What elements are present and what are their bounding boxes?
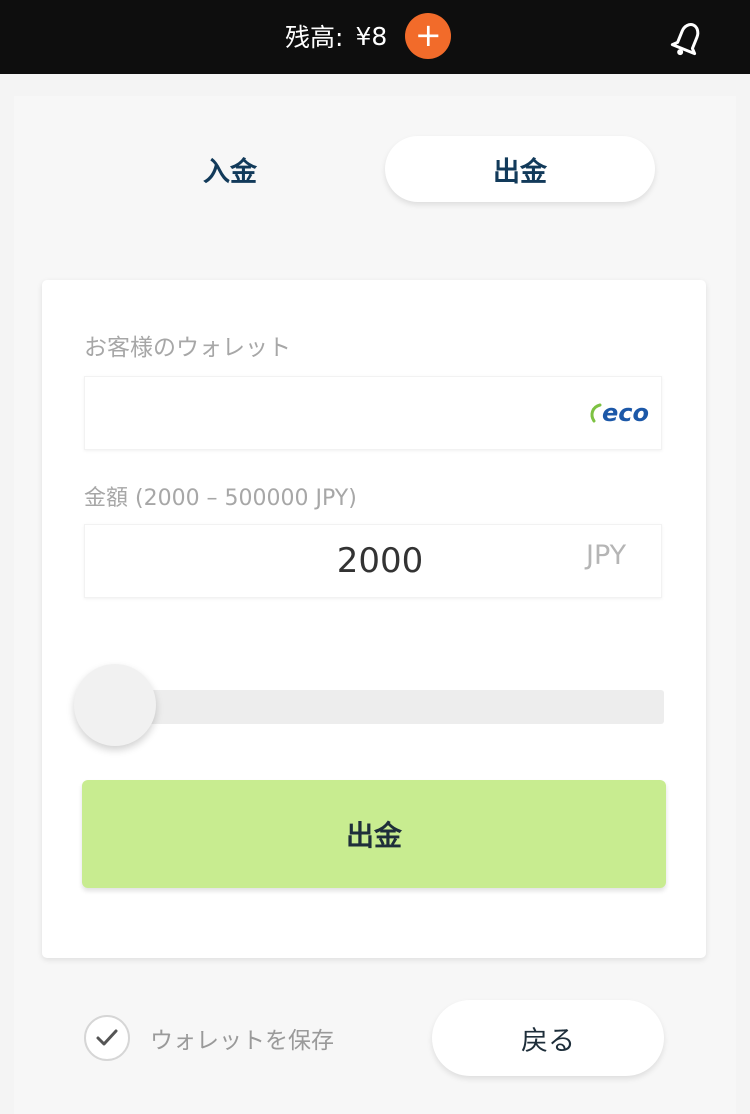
back-button[interactable]: 戻る <box>432 1000 664 1076</box>
notifications-button[interactable] <box>666 16 710 60</box>
currency-label: JPY <box>586 540 627 571</box>
balance-label: 残高: <box>285 23 344 52</box>
tab-deposit[interactable]: 入金 <box>95 136 365 202</box>
wallet-label: お客様のウォレット <box>84 335 291 361</box>
ecopayz-logo: eco <box>588 398 649 428</box>
check-icon <box>96 1029 118 1046</box>
amount-slider-track[interactable] <box>114 690 664 724</box>
withdraw-submit-button[interactable]: 出金 <box>82 780 666 888</box>
amount-slider-thumb[interactable] <box>74 664 156 746</box>
amount-value[interactable]: 2000 <box>300 536 460 586</box>
save-wallet-label: ウォレットを保存 <box>150 1028 334 1054</box>
top-bar: 残高: ¥8 + <box>0 0 750 74</box>
save-wallet-checkbox[interactable] <box>84 1015 130 1061</box>
ecopayz-logo-text: eco <box>602 399 649 427</box>
amount-label: 金額 (2000 – 500000 JPY) <box>84 486 357 511</box>
eco-swoosh-icon <box>590 403 602 423</box>
add-funds-button[interactable]: + <box>405 13 452 59</box>
bell-icon <box>670 23 700 56</box>
save-wallet-option[interactable]: ウォレットを保存 <box>84 1014 334 1062</box>
wallet-field[interactable] <box>84 376 662 450</box>
balance-display: 残高: ¥8 + <box>285 13 452 59</box>
balance-value: ¥8 <box>355 21 388 51</box>
tab-withdraw[interactable]: 出金 <box>385 136 655 202</box>
